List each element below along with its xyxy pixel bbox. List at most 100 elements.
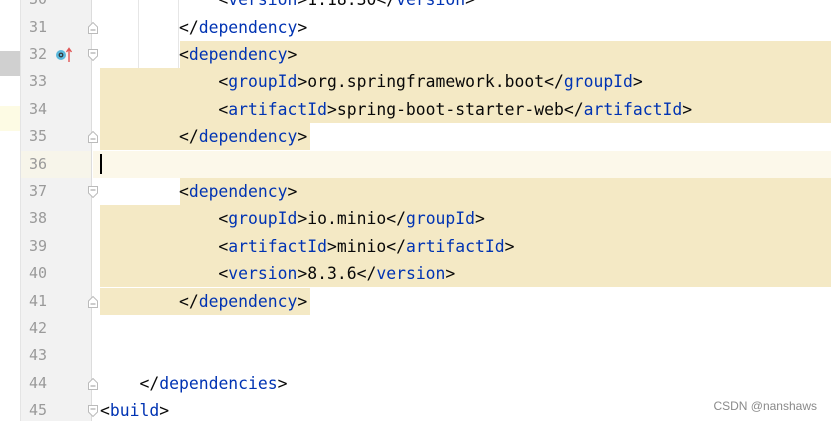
code-line: <groupId>org.springframework.boot</group… — [100, 68, 643, 95]
current-line-highlight — [93, 150, 831, 178]
xml-bracket: </ — [544, 72, 564, 92]
xml-bracket: </ — [178, 291, 199, 311]
xml-bracket: > — [504, 236, 515, 256]
xml-bracket: > — [277, 373, 288, 393]
xml-bracket: </ — [376, 0, 396, 9]
xml-bracket: > — [297, 17, 308, 37]
line-number: 43 — [29, 346, 48, 365]
line-number: 34 — [29, 99, 48, 118]
xml-tag-name: version — [228, 0, 297, 9]
code-line: <artifactId>minio</artifactId> — [100, 233, 515, 260]
xml-tag-name: dependency — [198, 127, 298, 147]
xml-tag-name: artifactId — [228, 236, 327, 256]
xml-tag-name: groupId — [228, 209, 298, 229]
xml-bracket: > — [297, 0, 307, 9]
xml-text: spring-boot-starter-web — [336, 99, 564, 119]
overrides-method-icon[interactable] — [55, 46, 73, 64]
code-line: <artifactId>spring-boot-starter-web</art… — [100, 96, 692, 123]
xml-tag-name: groupId — [563, 72, 633, 92]
xml-bracket: < — [178, 44, 189, 64]
xml-text: io.minio — [307, 209, 387, 229]
line-number: 33 — [29, 72, 48, 91]
xml-bracket: > — [475, 209, 485, 229]
xml-bracket: < — [218, 99, 229, 119]
change-marker — [0, 105, 20, 131]
code-line: <groupId>io.minio</groupId> — [100, 205, 485, 232]
xml-tag-name: dependency — [188, 44, 288, 64]
xml-tag-name: groupId — [405, 209, 476, 229]
code-editor[interactable]: <version>1.18.30</version> </dependency>… — [93, 0, 831, 421]
xml-tag-name: version — [228, 264, 298, 284]
xml-bracket: > — [159, 401, 170, 421]
line-number: 45 — [29, 401, 48, 420]
line-number-gutter: 30313233343536373839404142434445 — [20, 0, 98, 421]
xml-text: minio — [336, 236, 387, 256]
xml-bracket: < — [218, 0, 228, 9]
xml-bracket: < — [218, 236, 229, 256]
xml-bracket: > — [445, 264, 456, 284]
code-line: </dependency> — [100, 288, 307, 315]
xml-bracket: > — [326, 236, 337, 256]
xml-tag-name: artifactId — [583, 99, 683, 119]
xml-bracket: > — [682, 99, 693, 119]
left-strip — [0, 0, 20, 421]
xml-bracket: </ — [386, 236, 406, 256]
line-number: 41 — [29, 291, 48, 310]
code-line: <version>1.18.30</version> — [100, 0, 475, 14]
line-number: 31 — [29, 17, 48, 36]
code-line: <dependency> — [100, 41, 297, 68]
xml-bracket: > — [297, 72, 308, 92]
line-number: 40 — [29, 264, 48, 283]
xml-tag-name: version — [376, 264, 446, 284]
line-number: 36 — [29, 154, 48, 173]
xml-bracket: > — [632, 72, 643, 92]
xml-tag-name: dependency — [198, 17, 298, 37]
line-number: 30 — [29, 0, 59, 14]
change-marker — [0, 50, 20, 76]
watermark: CSDN @nanshaws — [713, 399, 817, 413]
xml-bracket: < — [100, 401, 110, 421]
xml-tag-name: build — [109, 401, 160, 421]
code-line: <version>8.3.6</version> — [100, 260, 455, 287]
xml-tag-name: dependency — [188, 181, 288, 201]
xml-tag-name: groupId — [228, 72, 298, 92]
text-caret — [100, 154, 102, 174]
xml-bracket: > — [297, 209, 308, 229]
code-line: </dependency> — [100, 123, 307, 150]
xml-bracket: < — [218, 209, 229, 229]
xml-text: 1.18.30 — [307, 0, 376, 9]
xml-bracket: > — [287, 181, 298, 201]
code-line: </dependencies> — [100, 370, 288, 397]
xml-tag-name: version — [396, 0, 465, 9]
code-line: <dependency> — [100, 178, 297, 205]
line-number: 38 — [29, 209, 48, 228]
xml-bracket: > — [465, 0, 475, 9]
xml-bracket: </ — [178, 127, 199, 147]
xml-bracket: > — [297, 127, 308, 147]
xml-bracket: < — [218, 264, 229, 284]
xml-bracket: </ — [178, 17, 199, 37]
code-line: </dependency> — [100, 14, 307, 41]
xml-bracket: </ — [386, 209, 406, 229]
xml-bracket: > — [326, 99, 337, 119]
xml-bracket: > — [297, 291, 308, 311]
xml-bracket: > — [297, 264, 308, 284]
code-line: <build> — [100, 397, 169, 424]
xml-tag-name: artifactId — [228, 99, 327, 119]
line-number: 42 — [29, 318, 48, 337]
xml-tag-name: artifactId — [405, 236, 505, 256]
line-number: 44 — [29, 373, 48, 392]
line-number: 39 — [29, 236, 48, 255]
xml-bracket: < — [178, 181, 189, 201]
xml-bracket: </ — [563, 99, 584, 119]
xml-bracket: < — [218, 72, 229, 92]
line-number: 35 — [29, 127, 48, 146]
xml-text: org.springframework.boot — [307, 72, 545, 92]
xml-text: 8.3.6 — [307, 264, 357, 284]
line-number: 37 — [29, 181, 48, 200]
xml-bracket: </ — [139, 373, 160, 393]
xml-bracket: </ — [356, 264, 377, 284]
xml-tag-name: dependency — [198, 291, 298, 311]
xml-tag-name: dependencies — [159, 373, 278, 393]
xml-bracket: > — [287, 44, 298, 64]
